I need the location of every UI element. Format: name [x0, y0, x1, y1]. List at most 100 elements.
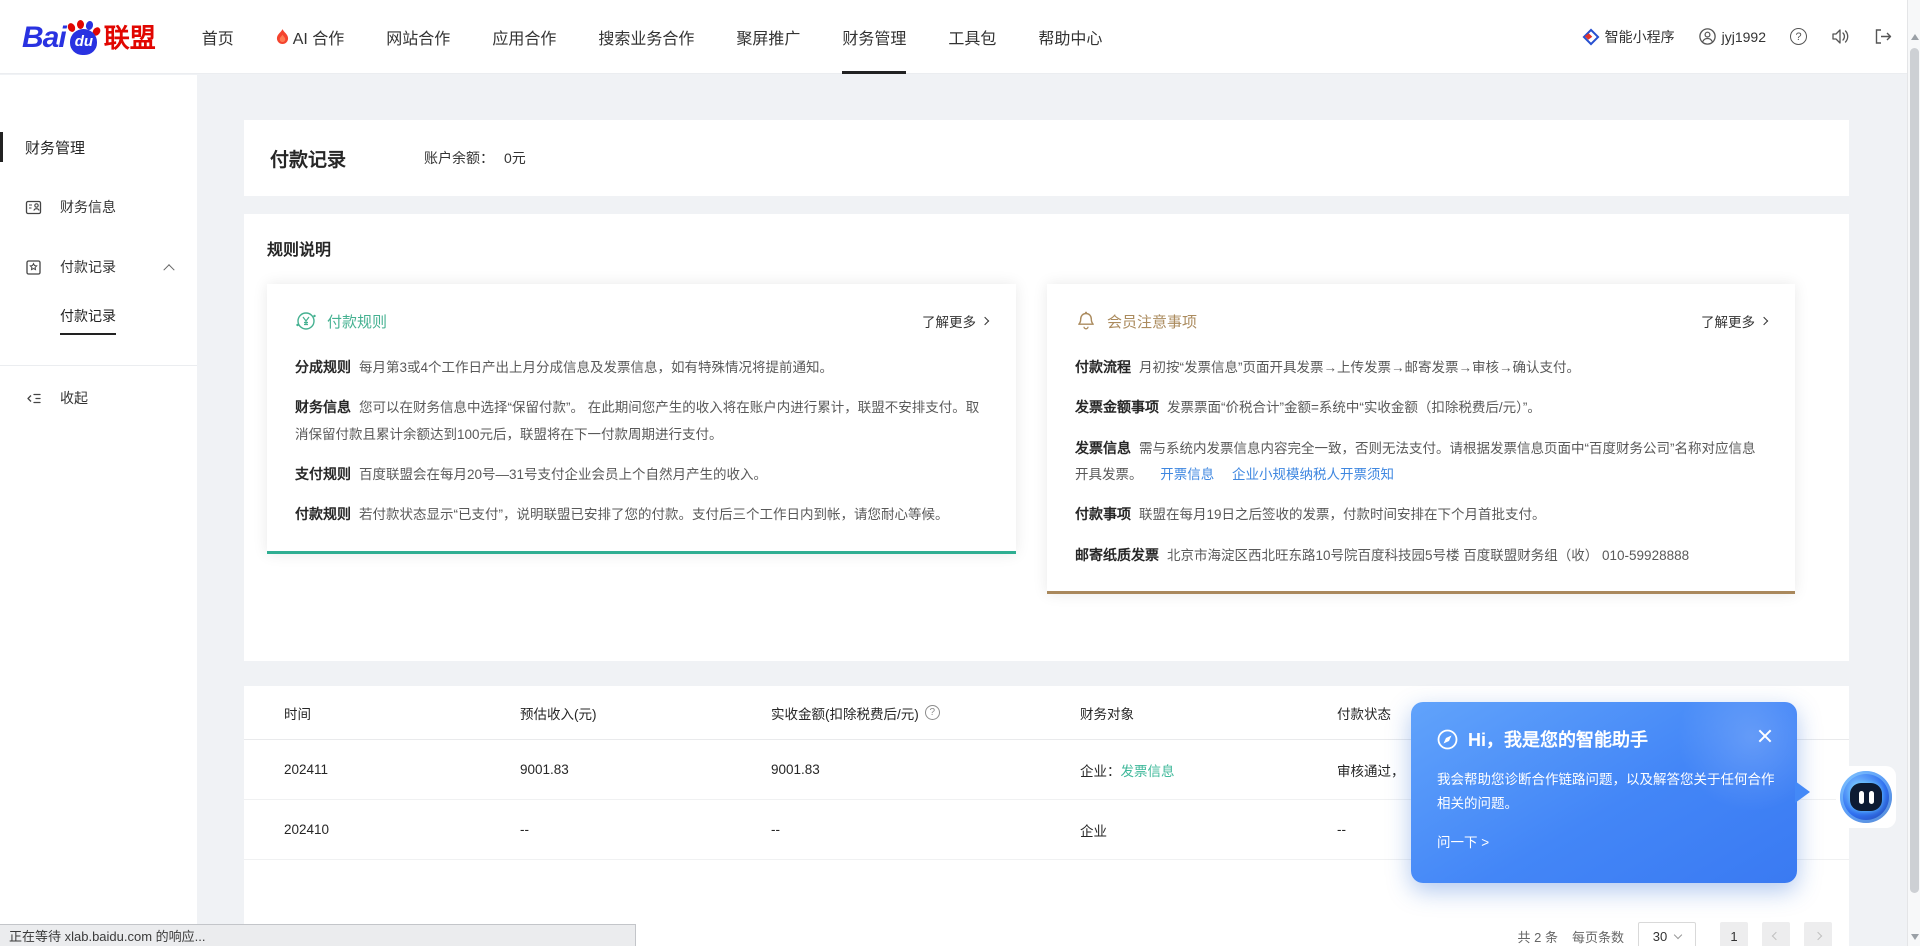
scrollbar-thumb[interactable] [1910, 48, 1919, 893]
sidebar-item-payment-record[interactable]: 付款记录 [0, 250, 197, 284]
sound-icon[interactable] [1831, 28, 1850, 45]
screen: Bai du 联盟 首页 AI 合作 网站合作 应用合作 搜索业务合作 聚屏推广… [0, 0, 1920, 946]
top-navbar: Bai du 联盟 首页 AI 合作 网站合作 应用合作 搜索业务合作 聚屏推广… [0, 0, 1920, 74]
total-count: 共 2 条 [1518, 927, 1558, 946]
rule-item: 发票金额事项发票票面“价税合计”金额=系统中“实收金额（扣除税费后/元）”。 [1075, 394, 1767, 421]
column-estimated-income: 预估收入(元) [520, 703, 771, 723]
chevron-left-icon [1772, 932, 1780, 940]
cell-estimated: 9001.83 [520, 762, 771, 777]
rules-section-title: 规则说明 [267, 236, 1826, 260]
cell-finance-object: 企业 [1080, 820, 1337, 840]
nav-item-help-center[interactable]: 帮助中心 [1038, 0, 1102, 74]
nav-item-finance-management[interactable]: 财务管理 [842, 0, 906, 74]
logout-icon[interactable] [1874, 28, 1892, 45]
assistant-message: 我会帮助您诊断合作链路问题，以及解答您关于任何合作相关的问题。 [1437, 768, 1775, 815]
close-icon[interactable] [1757, 728, 1773, 744]
payment-record-icon [25, 259, 42, 276]
sidebar-subitem-payment-record[interactable]: 付款记录 [0, 306, 197, 335]
chevron-right-icon [981, 317, 989, 325]
prev-page-button[interactable] [1762, 922, 1790, 946]
member-notes-more-link[interactable]: 了解更多 [1701, 311, 1767, 331]
nav-item-search-business[interactable]: 搜索业务合作 [598, 0, 694, 74]
balance-value: 0元 [504, 150, 526, 166]
mini-program-entry[interactable]: 智能小程序 [1583, 27, 1675, 47]
cell-actual: 9001.83 [771, 762, 1080, 777]
page-header: 付款记录 账户余额：0元 [244, 120, 1849, 196]
assistant-title: Hi，我是您的智能助手 [1468, 726, 1648, 752]
coin-yen-icon [295, 310, 317, 332]
rule-item: 发票信息需与系统内发票信息内容完全一致，否则无法支付。请根据发票信息页面中“百度… [1075, 435, 1767, 489]
per-page-label: 每页条数 [1572, 927, 1624, 946]
user-icon [1699, 28, 1716, 45]
rule-item: 付款流程月初按“发票信息”页面开具发票→上传发票→邮寄发票→审核→确认支付。 [1075, 354, 1767, 381]
user-account[interactable]: jyj1992 [1699, 28, 1766, 45]
payment-rules-card: 付款规则 了解更多 分成规则每月第3或4个工作日产出上月分成信息及发票信息，如有… [267, 284, 1016, 554]
logo-text-du: du [75, 33, 93, 50]
pagination: 共 2 条 每页条数 30 1 [1518, 922, 1832, 946]
logo-text-bai: Bai [22, 21, 66, 55]
ask-now-link[interactable]: 问一下 > [1437, 831, 1489, 851]
flame-icon [276, 29, 289, 45]
page-title: 付款记录 [270, 145, 346, 172]
cell-actual: -- [771, 822, 1080, 837]
payment-rules-more-link[interactable]: 了解更多 [922, 311, 988, 331]
vertical-scrollbar[interactable] [1907, 0, 1920, 946]
robot-icon [1840, 771, 1892, 823]
tooltip-question-icon[interactable]: ? [925, 705, 940, 720]
nav-item-screen-promotion[interactable]: 聚屏推广 [736, 0, 800, 74]
nav-item-home[interactable]: 首页 [202, 0, 234, 74]
sidebar-item-finance-info[interactable]: 财务信息 [0, 190, 197, 224]
chevron-down-icon [1674, 930, 1682, 938]
column-time: 时间 [284, 703, 520, 723]
member-notes-card: 会员注意事项 了解更多 付款流程月初按“发票信息”页面开具发票→上传发票→邮寄发… [1047, 284, 1795, 594]
chevron-right-icon [1814, 932, 1822, 940]
help-icon[interactable]: ? [1790, 28, 1807, 45]
sidebar-group-finance-management[interactable]: 财务管理 [0, 130, 197, 164]
logo-text-union: 联盟 [104, 18, 156, 55]
cell-time: 202411 [284, 762, 520, 777]
rule-item: 分成规则每月第3或4个工作日产出上月分成信息及发票信息，如有特殊情况将提前通知。 [295, 354, 988, 381]
baidu-union-logo[interactable]: Bai du 联盟 [22, 18, 156, 55]
popup-arrow [1795, 781, 1810, 803]
scroll-up-arrow-icon[interactable] [1911, 34, 1919, 40]
assistant-robot-avatar[interactable] [1836, 766, 1896, 828]
sidebar-divider [0, 365, 197, 366]
nav-item-toolkit[interactable]: 工具包 [948, 0, 996, 74]
page-number-button[interactable]: 1 [1720, 922, 1748, 946]
cell-time: 202410 [284, 822, 520, 837]
mini-program-icon [1583, 29, 1599, 45]
cell-estimated: -- [520, 822, 771, 837]
nav-item-ai-cooperation[interactable]: AI 合作 [276, 0, 345, 74]
sidebar-collapse-button[interactable]: 收起 [0, 388, 197, 408]
per-page-select[interactable]: 30 [1638, 922, 1696, 946]
rules-panel: 规则说明 付款规则 了解更多 分成规则每月第3或4个工作日产出上月分成信息及发票… [244, 214, 1849, 661]
invoice-info-table-link[interactable]: 发票信息 [1121, 764, 1175, 779]
nav-item-website-cooperation[interactable]: 网站合作 [386, 0, 450, 74]
browser-status-bar: 正在等待 xlab.baidu.com 的响应... [0, 924, 636, 946]
invoice-info-link[interactable]: 开票信息 [1160, 467, 1214, 482]
scroll-down-arrow-icon[interactable] [1911, 934, 1919, 940]
next-page-button[interactable] [1804, 922, 1832, 946]
member-notes-title: 会员注意事项 [1107, 311, 1197, 332]
paw-icon: du [67, 21, 101, 55]
collapse-icon [25, 390, 42, 407]
column-finance-object: 财务对象 [1080, 703, 1337, 723]
column-actual-amount: 实收金额(扣除税费后/元) ? [771, 703, 1080, 723]
nav-item-app-cooperation[interactable]: 应用合作 [492, 0, 556, 74]
bell-icon [1075, 310, 1097, 332]
chevron-up-icon[interactable] [163, 264, 174, 275]
sidebar: 财务管理 财务信息 付款记录 付款记录 收起 [0, 75, 197, 946]
main-nav: 首页 AI 合作 网站合作 应用合作 搜索业务合作 聚屏推广 财务管理 工具包 … [202, 0, 1103, 74]
payment-rules-title: 付款规则 [327, 311, 387, 332]
rule-item: 财务信息您可以在财务信息中选择“保留付款”。 在此期间您产生的收入将在账户内进行… [295, 394, 988, 448]
rule-item: 付款事项联盟在每月19日之后签收的发票，付款时间安排在下个月首批支付。 [1075, 501, 1767, 528]
small-taxpayer-notice-link[interactable]: 企业小规模纳税人开票须知 [1232, 467, 1394, 482]
cell-finance-object: 企业：发票信息 [1080, 760, 1337, 780]
rule-item: 支付规则百度联盟会在每月20号—31号支付企业会员上个自然月产生的收入。 [295, 461, 988, 488]
finance-info-icon [25, 199, 42, 216]
navbar-right-tools: 智能小程序 jyj1992 ? [1583, 27, 1892, 47]
rule-item: 邮寄纸质发票北京市海淀区西北旺东路10号院百度科技园5号楼 百度联盟财务组（收）… [1075, 542, 1767, 569]
assistant-popup: Hi，我是您的智能助手 我会帮助您诊断合作链路问题，以及解答您关于任何合作相关的… [1411, 702, 1797, 883]
rule-item: 付款规则若付款状态显示“已支付”，说明联盟已安排了您的付款。支付后三个工作日内到… [295, 501, 988, 528]
compass-icon [1437, 729, 1458, 750]
